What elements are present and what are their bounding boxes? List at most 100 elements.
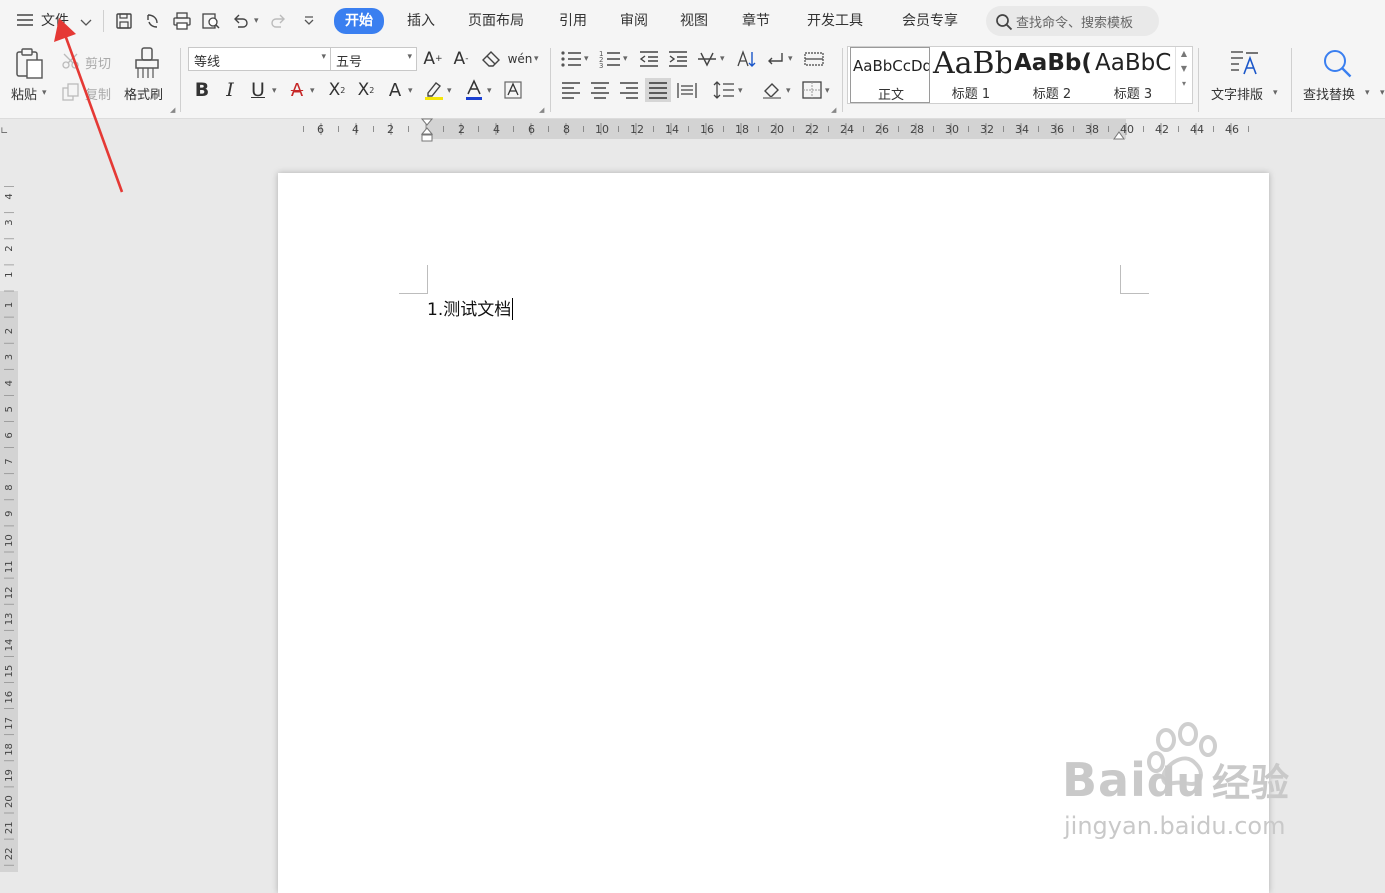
- text-layout-dropdown-icon[interactable]: ▾: [1273, 88, 1278, 98]
- right-indent-marker[interactable]: [1113, 126, 1125, 145]
- distributed-align-icon[interactable]: [675, 78, 699, 102]
- style-heading-3[interactable]: AaBbC 标题 3: [1093, 47, 1173, 103]
- paragraph-launcher-icon[interactable]: ◢: [831, 106, 836, 114]
- strikethrough-dropdown-icon[interactable]: ▾: [310, 86, 315, 96]
- align-center-icon[interactable]: [588, 78, 612, 102]
- style-caption: 正文: [877, 88, 904, 103]
- text-effect-dropdown-icon[interactable]: ▾: [408, 86, 413, 96]
- superscript-icon[interactable]: X2: [325, 78, 349, 102]
- search-icon: [996, 14, 1013, 31]
- underline-icon[interactable]: U: [246, 78, 270, 102]
- shading-icon[interactable]: [760, 78, 784, 102]
- numbered-list-icon[interactable]: 123: [598, 47, 622, 71]
- italic-icon[interactable]: I: [218, 78, 242, 102]
- style-preview: AaBb(: [1014, 50, 1092, 76]
- tab-chapter[interactable]: 章节: [742, 11, 770, 31]
- text-layout-icon[interactable]: [1229, 48, 1261, 82]
- styles-scroll[interactable]: ▲ ▼ ▾: [1175, 47, 1192, 103]
- text-effect-icon[interactable]: A: [383, 78, 407, 102]
- paste-icon[interactable]: [13, 47, 47, 85]
- font-name-select[interactable]: 等线 ▾: [188, 47, 331, 71]
- find-replace-dropdown-icon[interactable]: ▾: [1365, 88, 1370, 98]
- phonetic-guide-icon[interactable]: wén: [508, 47, 533, 71]
- tab-stop-selector[interactable]: ∟: [0, 126, 8, 137]
- ruler-number: 17: [4, 717, 15, 730]
- ruler-number: 8: [4, 484, 15, 490]
- tab-review[interactable]: 审阅: [620, 11, 648, 31]
- paste-button[interactable]: 粘贴: [11, 84, 37, 103]
- align-right-icon[interactable]: [617, 78, 641, 102]
- borders-dropdown-icon[interactable]: ▾: [825, 86, 830, 96]
- increase-indent-icon[interactable]: [666, 47, 690, 71]
- chinese-layout-icon[interactable]: [695, 47, 719, 71]
- first-line-indent-marker[interactable]: [420, 118, 434, 146]
- strikethrough-icon[interactable]: A: [285, 78, 309, 102]
- decrease-font-size-icon[interactable]: A-: [449, 47, 473, 71]
- numbering-dropdown-icon[interactable]: ▾: [623, 54, 628, 64]
- bold-icon[interactable]: B: [190, 78, 214, 102]
- justify-icon[interactable]: [645, 78, 671, 102]
- redo-icon[interactable]: [267, 10, 289, 32]
- style-normal[interactable]: AaBbCcDd 正文: [850, 47, 930, 103]
- customize-toolbar-icon[interactable]: [298, 10, 320, 32]
- character-border-icon[interactable]: [501, 78, 525, 102]
- font-size-select[interactable]: 五号 ▾: [330, 47, 417, 71]
- ruler-number: 12: [630, 123, 644, 136]
- format-painter-icon[interactable]: [133, 46, 161, 84]
- tab-insert[interactable]: 插入: [407, 11, 435, 31]
- vertical-ruler[interactable]: 432112345678910111213141516171819202122: [0, 176, 18, 872]
- bullet-dropdown-icon[interactable]: ▾: [584, 54, 589, 64]
- phonetic-dropdown-icon[interactable]: ▾: [534, 54, 539, 64]
- style-heading-1[interactable]: AaBb 标题 1: [931, 47, 1011, 103]
- highlight-icon[interactable]: [422, 78, 446, 102]
- tab-member-exclusive[interactable]: 会员专享: [902, 11, 958, 31]
- sort-icon[interactable]: [734, 47, 758, 71]
- hamburger-menu-icon[interactable]: [16, 12, 34, 32]
- tab-references[interactable]: 引用: [559, 11, 587, 31]
- print-preview-icon[interactable]: [200, 10, 222, 32]
- increase-font-size-icon[interactable]: A +: [421, 47, 445, 71]
- marks-dropdown-icon[interactable]: ▾: [788, 54, 793, 64]
- print-icon[interactable]: [171, 10, 193, 32]
- tab-developer-tools[interactable]: 开发工具: [807, 11, 863, 31]
- ruler-number: 16: [4, 691, 15, 704]
- chinese-layout-dropdown-icon[interactable]: ▾: [720, 54, 725, 64]
- font-launcher-icon[interactable]: ◢: [539, 106, 544, 114]
- tab-view[interactable]: 视图: [680, 11, 708, 31]
- subscript-icon[interactable]: X2: [354, 78, 378, 102]
- highlight-dropdown-icon[interactable]: ▾: [447, 86, 452, 96]
- undo-icon[interactable]: [230, 10, 252, 32]
- style-heading-2[interactable]: AaBb( 标题 2: [1012, 47, 1092, 103]
- tab-home[interactable]: 开始: [334, 8, 384, 34]
- paste-dropdown-icon[interactable]: ▾: [42, 88, 47, 98]
- underline-dropdown-icon[interactable]: ▾: [272, 86, 277, 96]
- text-layout-button[interactable]: 文字排版: [1211, 84, 1263, 103]
- borders-icon[interactable]: [800, 78, 824, 102]
- table-tools-icon[interactable]: [802, 47, 826, 71]
- font-color-icon[interactable]: [462, 78, 486, 102]
- command-search-box[interactable]: 查找命令、搜索模板: [986, 6, 1159, 36]
- document-paragraph[interactable]: 1.测试文档: [427, 300, 511, 320]
- watermark-text: Bai: [1062, 753, 1147, 807]
- find-replace-button[interactable]: 查找替换: [1303, 84, 1355, 103]
- bullet-list-icon[interactable]: [559, 47, 583, 71]
- clipboard-launcher-icon[interactable]: ◢: [170, 106, 175, 114]
- export-pdf-icon[interactable]: [142, 10, 164, 32]
- font-color-dropdown-icon[interactable]: ▾: [487, 86, 492, 96]
- more-dropdown-icon[interactable]: ▾: [1380, 88, 1385, 98]
- undo-dropdown-icon[interactable]: ▾: [254, 16, 259, 26]
- clear-format-icon[interactable]: [480, 47, 504, 71]
- show-hide-marks-icon[interactable]: [763, 47, 787, 71]
- shading-dropdown-icon[interactable]: ▾: [786, 86, 791, 96]
- document-text[interactable]: 1.测试文档: [427, 295, 514, 320]
- align-left-icon[interactable]: [559, 78, 583, 102]
- ruler-number: 2: [458, 123, 465, 136]
- ruler-number: 2: [4, 245, 15, 251]
- line-spacing-icon[interactable]: [712, 78, 736, 102]
- decrease-indent-icon[interactable]: [637, 47, 661, 71]
- ruler-number: 16: [700, 123, 714, 136]
- find-replace-icon[interactable]: [1322, 48, 1354, 84]
- line-spacing-dropdown-icon[interactable]: ▾: [738, 86, 743, 96]
- tab-page-layout[interactable]: 页面布局: [468, 11, 524, 31]
- ruler-number: 2: [4, 328, 15, 334]
